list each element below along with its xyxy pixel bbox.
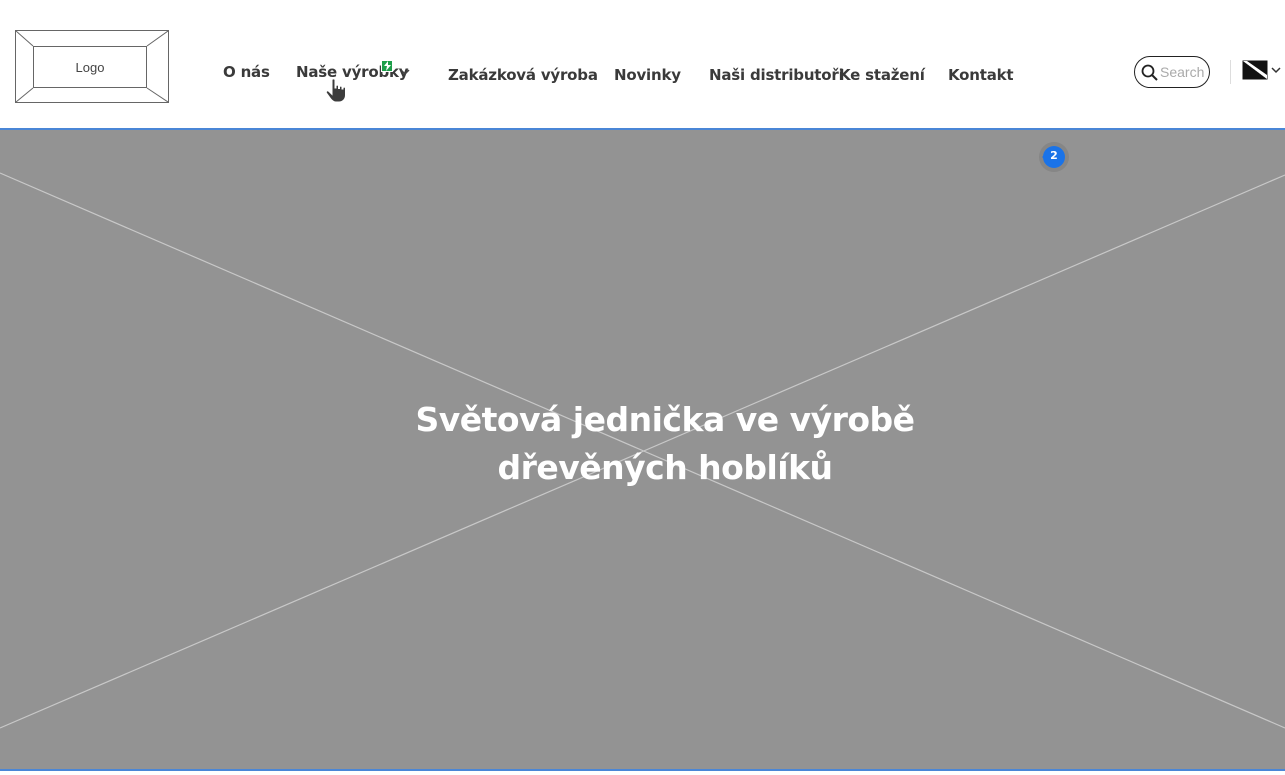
comment-count: 2 — [1050, 149, 1058, 162]
language-selector[interactable] — [1242, 60, 1284, 82]
hero-banner: Světová jednička ve výrobě dřevěných hob… — [0, 130, 1285, 771]
header-divider — [1230, 60, 1231, 84]
nav-item-nasi-distributori[interactable]: Naši distributoři — [709, 66, 844, 84]
hero-title-line-2: dřevěných hoblíků — [497, 448, 833, 487]
logo-label: Logo — [33, 46, 147, 88]
nav-item-o-nas[interactable]: O nás — [223, 63, 270, 81]
search-icon[interactable] — [1141, 64, 1158, 81]
logo-placeholder[interactable]: Logo — [15, 30, 169, 103]
chevron-down-icon[interactable] — [400, 68, 410, 76]
nav-item-kontakt[interactable]: Kontakt — [948, 66, 1014, 84]
lightning-icon — [381, 60, 393, 72]
nav-item-zakazkova-vyroba[interactable]: Zakázková výroba — [448, 66, 598, 84]
search-input[interactable] — [1160, 63, 1208, 81]
comment-pin[interactable]: 2 — [1034, 142, 1072, 178]
search-box[interactable] — [1134, 56, 1210, 88]
site-header: Logo O nás Naše výrobky Zakázková výroba… — [0, 0, 1285, 130]
nav-item-ke-stazeni[interactable]: Ke stažení — [839, 66, 925, 84]
chevron-down-icon — [1271, 67, 1281, 74]
hero-title-line-1: Světová jednička ve výrobě — [415, 400, 915, 439]
nav-item-novinky[interactable]: Novinky — [614, 66, 681, 84]
hand-cursor-icon — [325, 78, 346, 103]
hero-title: Světová jednička ve výrobě dřevěných hob… — [340, 396, 990, 492]
